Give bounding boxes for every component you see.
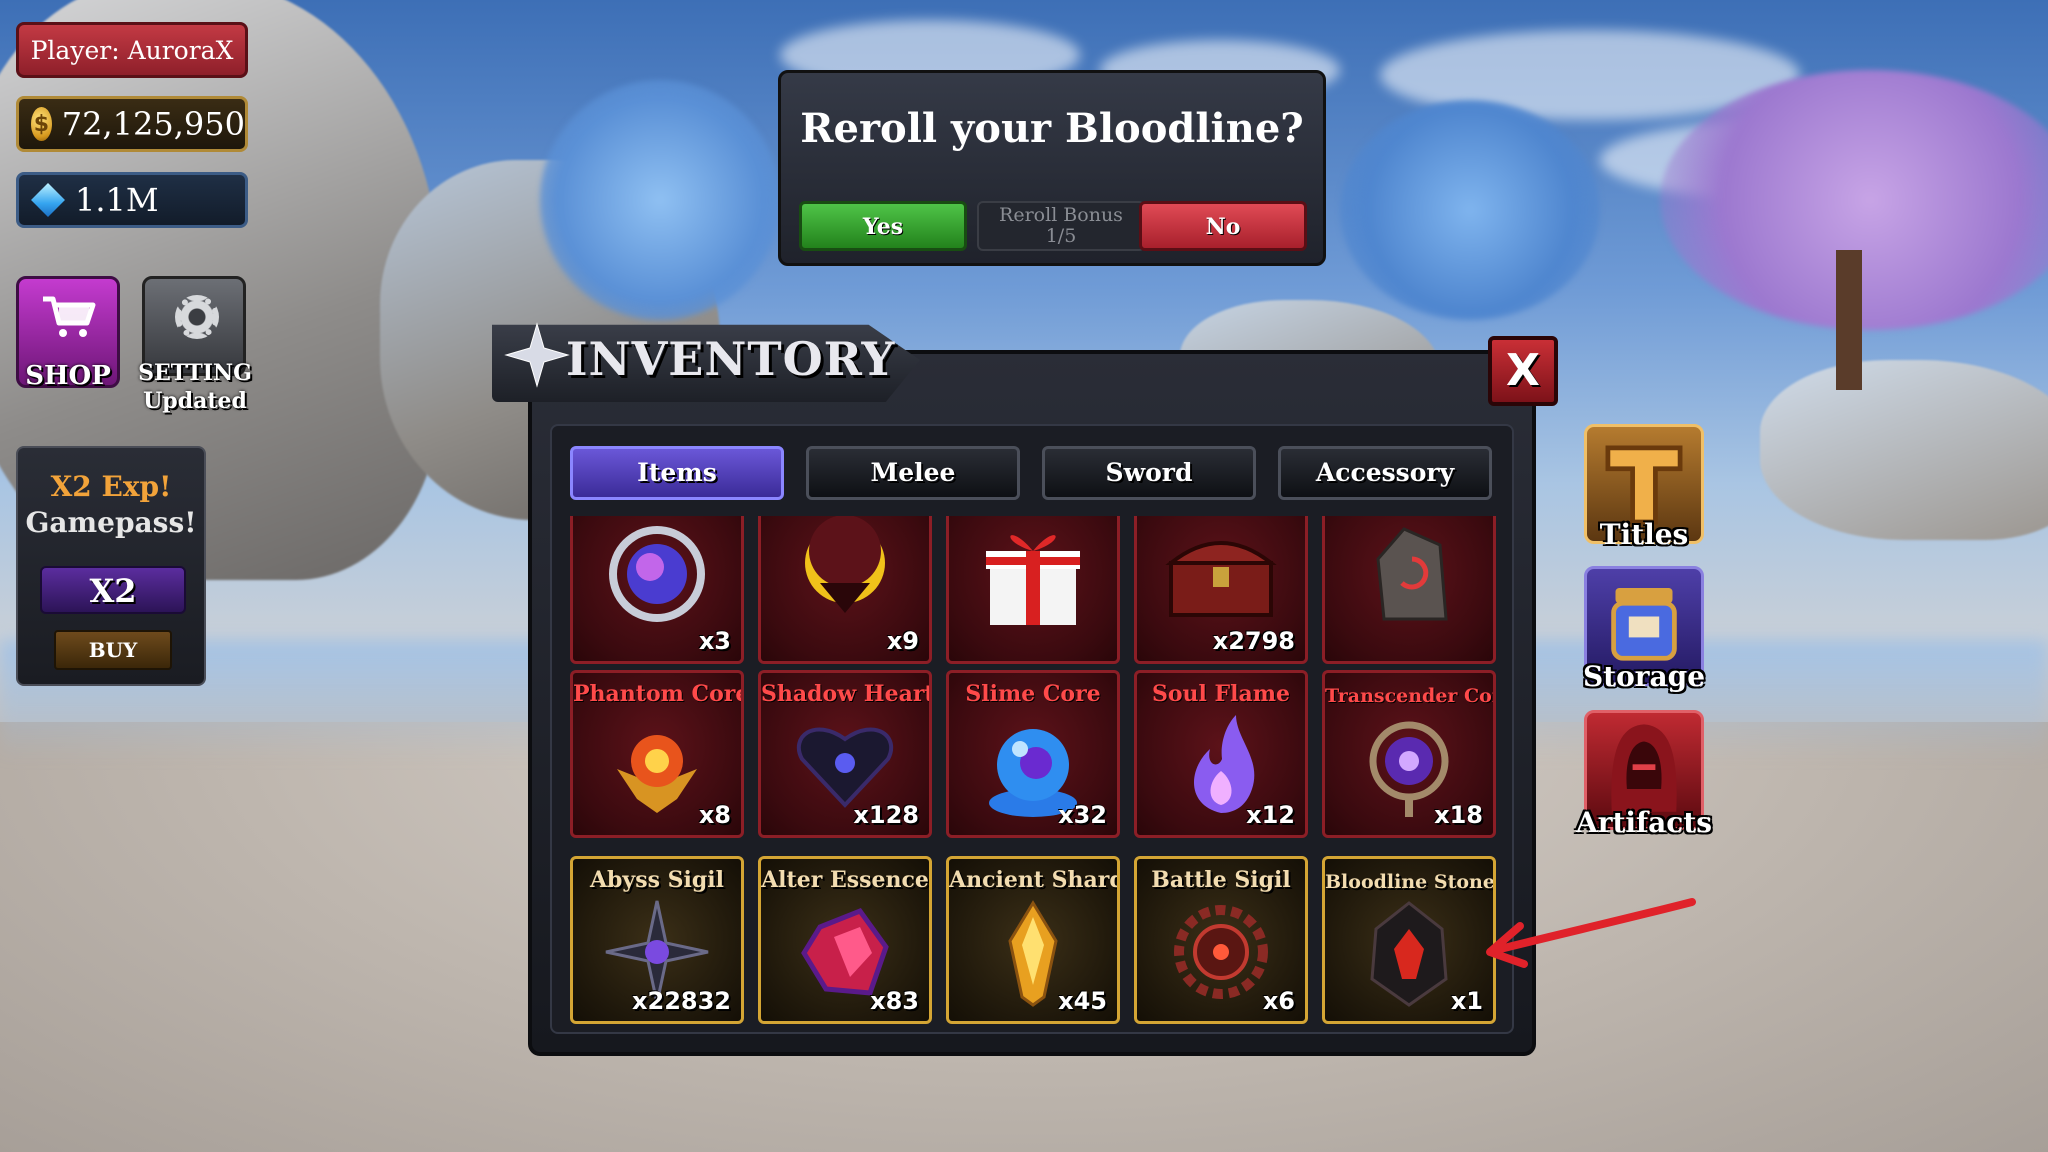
item-count: x18 (1434, 801, 1483, 829)
inventory-slot[interactable]: Alter Essence x83 (758, 856, 932, 1024)
item-count: x12 (1246, 801, 1295, 829)
player-name-text: Player: AuroraX (30, 35, 234, 65)
artifacts-label: Artifacts (1576, 806, 1712, 839)
blue-orb-icon (609, 526, 705, 622)
crescent-moon-icon (805, 516, 885, 613)
inventory-slot[interactable] (1322, 516, 1496, 664)
item-name: Abyss Sigil (589, 867, 724, 893)
item-name: Slime Core (965, 681, 1101, 707)
reroll-bonus-button[interactable]: Reroll Bonus 1/5 (977, 201, 1145, 251)
item-count: x9 (886, 627, 919, 655)
annotation-arrow-icon (1486, 898, 1696, 968)
inventory-slot[interactable]: x2798 (1134, 516, 1308, 664)
shop-label: SHOP (25, 361, 111, 391)
inventory-slot[interactable]: Bloodline Stone x1 (1322, 856, 1496, 1024)
shop-button[interactable]: SHOP (16, 276, 120, 391)
item-name: Alter Essence (761, 867, 929, 893)
inventory-slot[interactable]: Soul Flame x12 (1134, 670, 1308, 838)
setting-label: SETTING (138, 360, 252, 386)
item-name: Soul Flame (1151, 681, 1291, 707)
reroll-bonus-label: Reroll Bonus (999, 204, 1123, 226)
item-name: Transcender Core (1325, 685, 1496, 707)
item-name: Bloodline Stone (1325, 871, 1495, 893)
item-count: x1 (1450, 987, 1483, 1015)
x2-badge: X2 (40, 566, 186, 614)
item-count: x6 (1262, 987, 1295, 1015)
close-button[interactable]: X (1488, 336, 1558, 406)
inventory-slot[interactable]: Slime Core x32 (946, 670, 1120, 838)
battle-sigil-icon (1174, 905, 1268, 999)
player-name-label: Player: AuroraX (16, 22, 248, 78)
tab-items[interactable]: Items (570, 446, 784, 500)
diamond-icon (33, 185, 63, 215)
coin-icon: $ (31, 107, 52, 141)
shadow-heart-icon (796, 727, 894, 808)
shopping-cart-icon (43, 296, 96, 337)
inventory-grid: x3 x9 x2798 Phantom Core x8 Shadow Heart… (570, 516, 1496, 1028)
tab-melee[interactable]: Melee (806, 446, 1020, 500)
item-name: Phantom Core (573, 681, 744, 707)
inventory-slot[interactable]: x9 (758, 516, 932, 664)
inventory-slot[interactable]: Battle Sigil x6 (1134, 856, 1308, 1024)
sparkle-icon (504, 322, 570, 388)
treasure-chest-icon (1165, 541, 1277, 617)
item-count: x2798 (1212, 627, 1295, 655)
item-count: x22832 (632, 987, 731, 1015)
reroll-dialog: Reroll your Bloodline? Yes Reroll Bonus … (778, 70, 1326, 266)
phantom-core-icon (617, 735, 697, 813)
gamepass-panel: X2 Exp! Gamepass! X2 BUY (16, 446, 206, 686)
inventory-slot[interactable]: x3 (570, 516, 744, 664)
gold-counter: $ 72,125,950 (16, 96, 248, 152)
gem-counter: 1.1M (16, 172, 248, 228)
item-count: x45 (1058, 987, 1107, 1015)
tab-accessory[interactable]: Accessory (1278, 446, 1492, 500)
reroll-bonus-count: 1/5 (1045, 225, 1077, 247)
gamepass-subtitle: Gamepass! (25, 506, 197, 539)
gamepass-buy-button[interactable]: BUY (54, 630, 172, 670)
item-name: Shadow Heart (761, 681, 932, 707)
inventory-slot[interactable] (946, 516, 1120, 664)
gold-amount: 72,125,950 (61, 105, 245, 143)
inventory-slot[interactable]: Shadow Heart x128 (758, 670, 932, 838)
titles-label: Titles (1599, 518, 1689, 551)
item-name: Battle Sigil (1151, 867, 1291, 893)
gem-amount: 1.1M (75, 181, 159, 219)
inventory-slot[interactable]: Phantom Core x8 (570, 670, 744, 838)
bloodline-stone-icon (1370, 901, 1448, 1007)
item-count: x128 (853, 801, 919, 829)
item-count: x8 (698, 801, 731, 829)
gift-box-icon (986, 535, 1080, 625)
gear-icon (175, 295, 219, 339)
no-button[interactable]: No (1139, 201, 1307, 251)
item-count: x32 (1058, 801, 1107, 829)
inventory-slot[interactable]: Abyss Sigil x22832 (570, 856, 744, 1024)
item-count: x83 (870, 987, 919, 1015)
inventory-slot[interactable]: Ancient Shard x45 (946, 856, 1120, 1024)
item-name: Ancient Shard (949, 867, 1120, 893)
inventory-slot[interactable]: Transcender Core x18 (1322, 670, 1496, 838)
storage-label: Storage (1582, 660, 1706, 693)
dialog-title: Reroll your Bloodline? (800, 105, 1304, 152)
inventory-title: INVENTORY (566, 332, 896, 386)
yes-button[interactable]: Yes (799, 201, 967, 251)
tab-sword[interactable]: Sword (1042, 446, 1256, 500)
gamepass-title: X2 Exp! (50, 470, 172, 503)
rune-stone-icon (1376, 527, 1448, 621)
setting-updated-label: Updated (143, 388, 247, 414)
item-count: x3 (698, 627, 731, 655)
